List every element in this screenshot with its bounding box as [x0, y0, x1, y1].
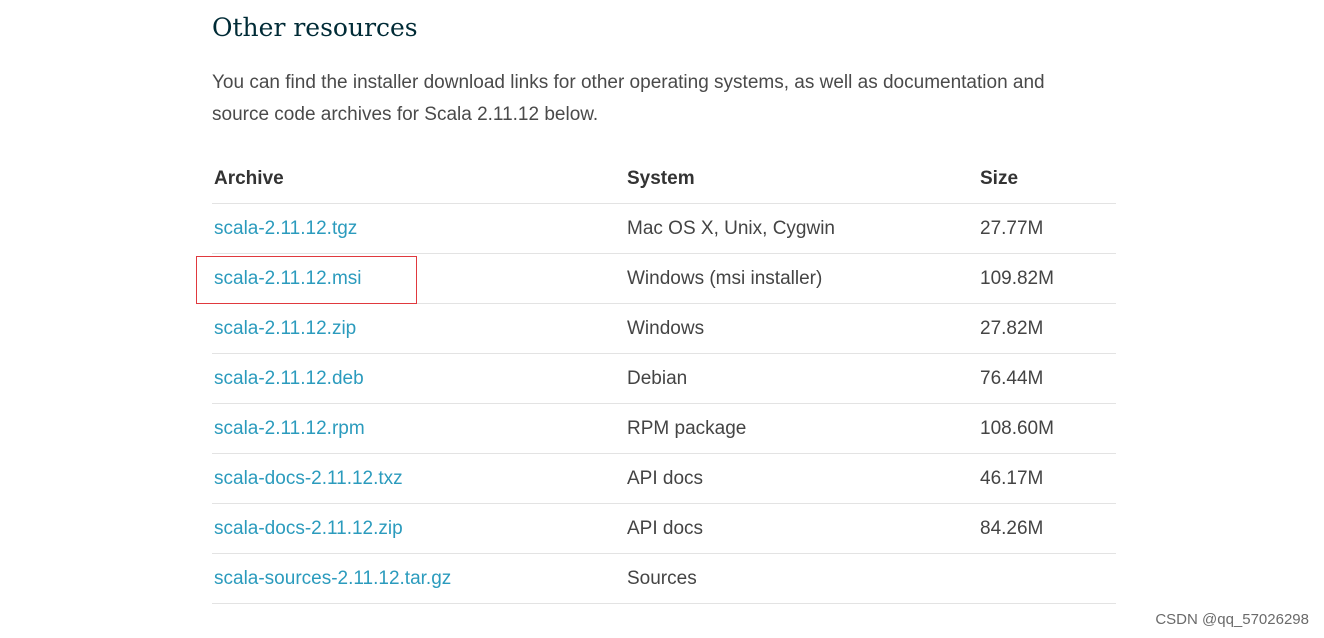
system-cell: Windows — [625, 303, 978, 354]
size-cell: 76.44M — [978, 353, 1116, 404]
system-cell: Sources — [625, 553, 978, 604]
table-row: scala-2.11.12.zip Windows 27.82M — [212, 303, 1116, 354]
size-cell — [978, 553, 1116, 604]
archive-link-docs-zip[interactable]: scala-docs-2.11.12.zip — [214, 518, 403, 539]
table-row: scala-sources-2.11.12.tar.gz Sources — [212, 553, 1116, 604]
size-cell: 27.77M — [978, 203, 1116, 254]
table-row: scala-docs-2.11.12.zip API docs 84.26M — [212, 503, 1116, 554]
archive-link-rpm[interactable]: scala-2.11.12.rpm — [214, 418, 365, 439]
table-row: scala-2.11.12.msi Windows (msi installer… — [212, 253, 1116, 304]
system-column-header: System — [625, 154, 978, 204]
section-heading: Other resources — [212, 13, 418, 42]
size-cell: 109.82M — [978, 253, 1116, 304]
table-header-row: Archive System Size — [212, 154, 1116, 204]
system-cell: API docs — [625, 453, 978, 504]
archive-column-header: Archive — [212, 154, 625, 204]
table-row: scala-2.11.12.rpm RPM package 108.60M — [212, 403, 1116, 454]
size-column-header: Size — [978, 154, 1116, 204]
table-row: scala-2.11.12.deb Debian 76.44M — [212, 353, 1116, 404]
system-cell: Windows (msi installer) — [625, 253, 978, 304]
intro-paragraph: You can find the installer download link… — [212, 72, 1045, 125]
archive-link-sources[interactable]: scala-sources-2.11.12.tar.gz — [214, 568, 451, 589]
downloads-table: Archive System Size scala-2.11.12.tgz Ma… — [212, 154, 1116, 604]
system-cell: API docs — [625, 503, 978, 554]
csdn-watermark: CSDN @qq_57026298 — [1155, 611, 1309, 628]
archive-link-tgz[interactable]: scala-2.11.12.tgz — [214, 218, 357, 239]
archive-link-docs-txz[interactable]: scala-docs-2.11.12.txz — [214, 468, 403, 489]
system-cell: RPM package — [625, 403, 978, 454]
size-cell: 46.17M — [978, 453, 1116, 504]
size-cell: 27.82M — [978, 303, 1116, 354]
size-cell: 84.26M — [978, 503, 1116, 554]
table-row: scala-2.11.12.tgz Mac OS X, Unix, Cygwin… — [212, 203, 1116, 254]
size-cell: 108.60M — [978, 403, 1116, 454]
table-row: scala-docs-2.11.12.txz API docs 46.17M — [212, 453, 1116, 504]
system-cell: Debian — [625, 353, 978, 404]
archive-link-msi[interactable]: scala-2.11.12.msi — [214, 268, 362, 289]
archive-link-deb[interactable]: scala-2.11.12.deb — [214, 368, 364, 389]
system-cell: Mac OS X, Unix, Cygwin — [625, 203, 978, 254]
archive-link-zip[interactable]: scala-2.11.12.zip — [214, 318, 356, 339]
